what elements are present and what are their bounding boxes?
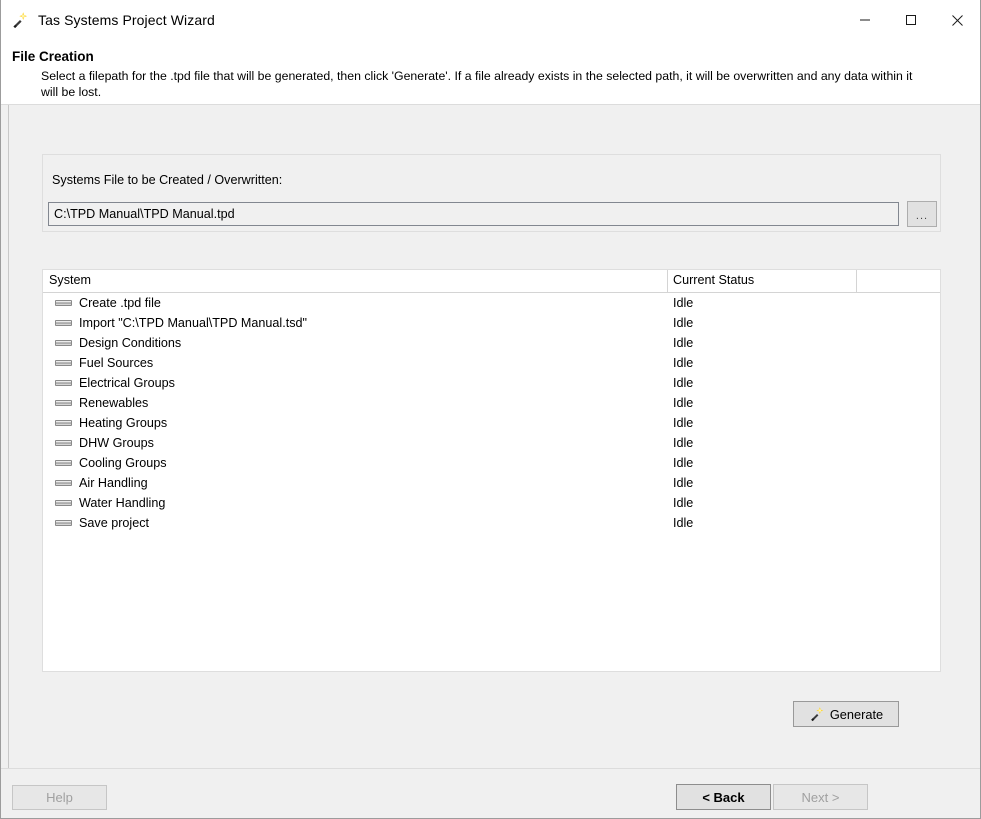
column-header-system[interactable]: System <box>49 273 91 287</box>
row-status-label: Idle <box>673 376 694 390</box>
row-status-label: Idle <box>673 316 694 330</box>
progress-bar-icon <box>55 420 72 426</box>
table-row[interactable]: Renewables Idle <box>43 393 940 413</box>
row-status-label: Idle <box>673 336 694 350</box>
progress-bar-icon <box>55 520 72 526</box>
row-status-label: Idle <box>673 456 694 470</box>
footer-bar: Help < Back Next > <box>1 768 980 818</box>
column-divider-2[interactable] <box>856 270 857 292</box>
table-row[interactable]: Create .tpd file Idle <box>43 293 940 313</box>
progress-bar-icon <box>55 400 72 406</box>
window-title: Tas Systems Project Wizard <box>38 12 215 28</box>
row-system-label: Electrical Groups <box>79 376 175 390</box>
page-description: Select a filepath for the .tpd file that… <box>41 69 913 99</box>
table-row[interactable]: Air Handling Idle <box>43 473 940 493</box>
column-header-status[interactable]: Current Status <box>673 273 754 287</box>
table-row[interactable]: Electrical Groups Idle <box>43 373 940 393</box>
row-system-label: Fuel Sources <box>79 356 154 370</box>
body-area: Systems File to be Created / Overwritten… <box>1 105 980 768</box>
table-row[interactable]: Water Handling Idle <box>43 493 940 513</box>
magic-wand-icon <box>11 11 29 29</box>
magic-wand-icon <box>809 706 825 722</box>
table-row[interactable]: Design Conditions Idle <box>43 333 940 353</box>
row-system-label: Heating Groups <box>79 416 168 430</box>
wizard-window: Tas Systems Project Wizard File Creation… <box>0 0 981 819</box>
table-row[interactable]: Save project Idle <box>43 513 940 533</box>
progress-bar-icon <box>55 480 72 486</box>
progress-bar-icon <box>55 300 72 306</box>
progress-bar-icon <box>55 360 72 366</box>
file-path-label: Systems File to be Created / Overwritten… <box>52 173 283 187</box>
progress-bar-icon <box>55 320 72 326</box>
row-system-label: Water Handling <box>79 496 166 510</box>
progress-bar-icon <box>55 440 72 446</box>
file-path-input[interactable] <box>48 202 899 226</box>
table-row[interactable]: Fuel Sources Idle <box>43 353 940 373</box>
row-status-label: Idle <box>673 416 694 430</box>
page-header: File Creation Select a filepath for the … <box>1 40 980 105</box>
table-row[interactable]: DHW Groups Idle <box>43 433 940 453</box>
back-button[interactable]: < Back <box>676 784 771 810</box>
row-status-label: Idle <box>673 296 694 310</box>
row-system-label: Renewables <box>79 396 149 410</box>
systems-list-panel: System Current Status Create .tpd file Id… <box>42 269 941 672</box>
title-bar: Tas Systems Project Wizard <box>1 0 980 40</box>
row-status-label: Idle <box>673 436 694 450</box>
minimize-icon[interactable] <box>842 0 888 40</box>
row-status-label: Idle <box>673 396 694 410</box>
row-system-label: Import "C:\TPD Manual\TPD Manual.tsd" <box>79 316 308 330</box>
next-button[interactable]: Next > <box>773 784 868 810</box>
row-system-label: Save project <box>79 516 150 530</box>
close-icon[interactable] <box>934 0 980 40</box>
generate-button[interactable]: Generate <box>793 701 899 727</box>
systems-list-rows: Create .tpd file Idle Import "C:\TPD Manua… <box>43 293 940 533</box>
list-header: System Current Status <box>43 270 940 293</box>
row-status-label: Idle <box>673 356 694 370</box>
table-row[interactable]: Cooling Groups Idle <box>43 453 940 473</box>
file-path-group: Systems File to be Created / Overwritten… <box>42 154 941 232</box>
table-row[interactable]: Heating Groups Idle <box>43 413 940 433</box>
column-divider-1[interactable] <box>667 270 668 292</box>
page-title: File Creation <box>12 49 94 64</box>
help-button[interactable]: Help <box>12 785 107 810</box>
row-status-label: Idle <box>673 496 694 510</box>
progress-bar-icon <box>55 460 72 466</box>
row-system-label: Air Handling <box>79 476 148 490</box>
progress-bar-icon <box>55 340 72 346</box>
row-status-label: Idle <box>673 476 694 490</box>
browse-button[interactable]: ... <box>907 201 937 227</box>
table-row[interactable]: Import "C:\TPD Manual\TPD Manual.tsd" Idl… <box>43 313 940 333</box>
row-system-label: DHW Groups <box>79 436 154 450</box>
progress-bar-icon <box>55 500 72 506</box>
row-system-label: Design Conditions <box>79 336 182 350</box>
generate-button-label: Generate <box>829 706 884 722</box>
window-controls <box>842 0 980 40</box>
left-rail-divider <box>8 105 9 768</box>
row-status-label: Idle <box>673 516 694 530</box>
progress-bar-icon <box>55 380 72 386</box>
row-system-label: Cooling Groups <box>79 456 167 470</box>
maximize-icon[interactable] <box>888 0 934 40</box>
row-system-label: Create .tpd file <box>79 296 161 310</box>
